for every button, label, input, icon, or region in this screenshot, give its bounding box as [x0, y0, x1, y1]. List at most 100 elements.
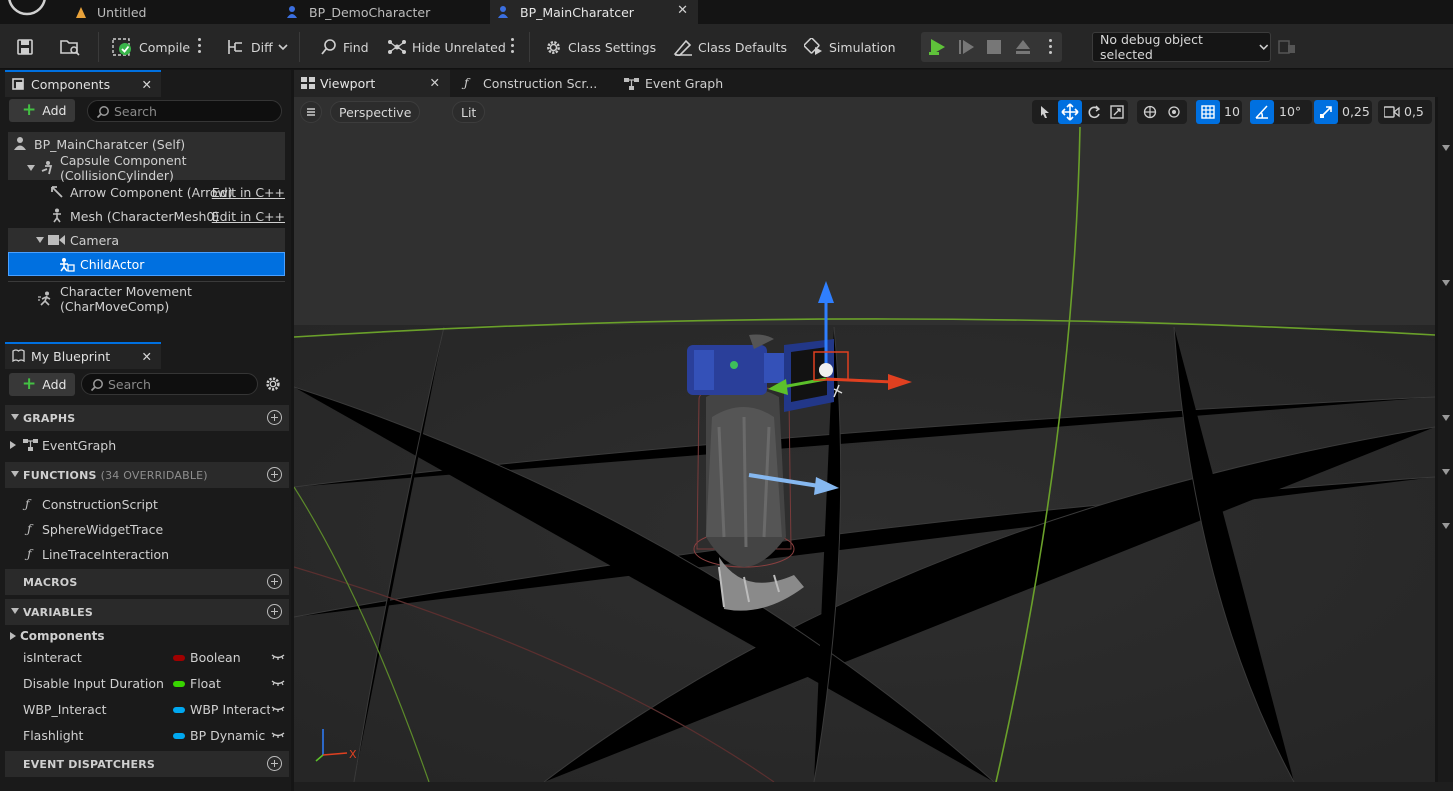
hide-unrelated-button[interactable]: Hide Unrelated: [387, 36, 506, 58]
component-character-movement[interactable]: Character Movement (CharMoveComp): [8, 284, 285, 314]
collapse-triangle-icon[interactable]: [36, 237, 44, 243]
close-panel-icon[interactable]: ✕: [142, 77, 152, 92]
viewport-menu-button[interactable]: [300, 101, 322, 123]
camera-speed-value[interactable]: 0,5: [1404, 104, 1424, 119]
rotate-tool-icon[interactable]: [1087, 105, 1101, 119]
grid-snap-group[interactable]: 10: [1196, 100, 1242, 124]
camera-icon: [48, 234, 65, 246]
scale-snap-group[interactable]: 0,25: [1314, 100, 1372, 124]
doc-tab-bp-democharacter[interactable]: BP_DemoCharacter: [285, 0, 490, 24]
component-mesh[interactable]: Mesh (CharacterMesh0) Edit in C++: [8, 204, 285, 228]
expand-triangle-icon[interactable]: [10, 441, 16, 449]
add-component-button[interactable]: + Add: [9, 99, 75, 122]
components-search-input[interactable]: Search: [87, 100, 282, 122]
collapse-triangle-icon[interactable]: [1442, 469, 1450, 475]
add-event-dispatcher-icon[interactable]: [267, 756, 282, 771]
add-graph-icon[interactable]: [267, 410, 282, 425]
settings-gear-icon[interactable]: [264, 375, 282, 393]
scale-snap-value[interactable]: 0,25: [1342, 104, 1370, 119]
tab-viewport[interactable]: Viewport ✕: [294, 70, 450, 97]
component-camera[interactable]: Camera: [8, 228, 285, 252]
visibility-eye-icon[interactable]: [271, 705, 285, 713]
add-blueprint-member-button[interactable]: + Add: [9, 373, 75, 396]
class-settings-button[interactable]: Class Settings: [544, 36, 656, 58]
component-capsule[interactable]: Capsule Component (CollisionCylinder): [8, 153, 285, 183]
simulation-button[interactable]: Simulation: [804, 36, 896, 58]
edit-in-cpp-link[interactable]: Edit in C++: [212, 185, 285, 200]
macros-section-header[interactable]: MACROS: [5, 569, 289, 595]
tab-construction-script[interactable]: ƒ Construction Scr...: [454, 70, 614, 97]
variable-row[interactable]: Flashlight BP Dynamic: [5, 723, 289, 749]
variable-row[interactable]: WBP_Interact WBP Interact: [5, 697, 289, 723]
component-arrow[interactable]: Arrow Component (Arrow) Edit in C++: [8, 180, 285, 204]
collapse-triangle-icon[interactable]: [27, 165, 35, 171]
find-button[interactable]: Find: [320, 36, 369, 58]
rotation-snap-group[interactable]: 10°: [1250, 100, 1312, 124]
edit-in-cpp-link[interactable]: Edit in C++: [212, 209, 285, 224]
class-defaults-button[interactable]: Class Defaults: [673, 36, 787, 58]
variable-row[interactable]: isInteract Boolean: [5, 645, 289, 671]
function-item[interactable]: ƒ ConstructionScript: [5, 492, 289, 516]
camera-speed-group[interactable]: 0,5: [1378, 100, 1432, 124]
hide-unrelated-options-icon[interactable]: [511, 38, 515, 56]
unreal-logo-icon[interactable]: [6, 0, 48, 16]
close-tab-icon[interactable]: ✕: [430, 75, 440, 90]
graphs-section-header[interactable]: GRAPHS: [5, 405, 289, 431]
grid-snap-icon[interactable]: [1196, 100, 1220, 124]
component-childactor[interactable]: ChildActor: [8, 252, 285, 276]
close-panel-icon[interactable]: ✕: [142, 349, 152, 364]
play-options-icon[interactable]: [1049, 39, 1053, 57]
diff-button[interactable]: Diff: [226, 36, 294, 58]
add-variable-icon[interactable]: [267, 604, 282, 619]
perspective-button[interactable]: Perspective: [330, 101, 421, 123]
visibility-eye-icon[interactable]: [271, 679, 285, 687]
viewport-scene[interactable]: X: [294, 97, 1435, 782]
my-blueprint-tab[interactable]: My Blueprint ✕: [5, 342, 161, 369]
rotation-snap-icon[interactable]: [1250, 100, 1274, 124]
save-button[interactable]: [16, 36, 39, 58]
functions-section-header[interactable]: FUNCTIONS (34 OVERRIDABLE): [5, 462, 289, 488]
stop-icon[interactable]: [987, 40, 1001, 54]
visibility-eye-icon[interactable]: [271, 653, 285, 661]
step-icon[interactable]: [958, 39, 976, 55]
doc-tab-bp-maincharatcer[interactable]: BP_MainCharatcer ✕: [490, 0, 698, 24]
variables-section-header[interactable]: VARIABLES: [5, 599, 289, 625]
scale-snap-icon[interactable]: [1314, 100, 1338, 124]
translate-tool-icon[interactable]: [1058, 100, 1082, 124]
grid-snap-value[interactable]: 10: [1224, 104, 1240, 119]
select-tool-icon[interactable]: [1038, 105, 1052, 119]
play-icon[interactable]: [928, 38, 948, 56]
graph-item-eventgraph[interactable]: EventGraph: [5, 433, 289, 457]
my-blueprint-search-input[interactable]: Search: [81, 373, 258, 395]
debug-filter-icon[interactable]: [1278, 39, 1296, 55]
world-space-icon[interactable]: [1143, 105, 1157, 119]
compile-options-icon[interactable]: [198, 38, 202, 56]
event-graph-icon: [23, 438, 38, 452]
add-macro-icon[interactable]: [267, 574, 282, 589]
surface-snap-icon[interactable]: [1167, 105, 1181, 119]
collapse-triangle-icon[interactable]: [1442, 415, 1450, 421]
lit-button[interactable]: Lit: [452, 101, 486, 123]
viewport-canvas[interactable]: X Perspective Lit 10 10° 0,25 0,5: [294, 97, 1435, 782]
collapse-triangle-icon[interactable]: [1442, 145, 1450, 151]
collapse-triangle-icon[interactable]: [1442, 280, 1450, 286]
components-tab[interactable]: Components ✕: [5, 70, 161, 97]
close-tab-icon[interactable]: ✕: [677, 3, 688, 18]
function-item[interactable]: ƒ LineTraceInteraction: [5, 542, 289, 566]
variable-row[interactable]: Disable Input Duration Float: [5, 671, 289, 697]
expand-triangle-icon[interactable]: [10, 632, 16, 640]
scale-tool-icon[interactable]: [1110, 105, 1124, 119]
tab-event-graph[interactable]: Event Graph: [619, 70, 779, 97]
compile-button[interactable]: Compile: [112, 36, 190, 58]
function-item[interactable]: ƒ SphereWidgetTrace: [5, 517, 289, 541]
debug-object-select[interactable]: No debug object selected: [1092, 32, 1271, 62]
event-dispatchers-section-header[interactable]: EVENT DISPATCHERS: [5, 751, 289, 777]
camera-speed-icon[interactable]: [1384, 106, 1400, 118]
visibility-eye-icon[interactable]: [271, 731, 285, 739]
add-function-icon[interactable]: [267, 467, 282, 482]
browse-button[interactable]: [59, 36, 86, 58]
eject-icon[interactable]: [1015, 39, 1031, 55]
rotation-snap-value[interactable]: 10°: [1279, 104, 1301, 119]
doc-tab-untitled[interactable]: Untitled: [75, 0, 280, 24]
collapse-triangle-icon[interactable]: [1442, 523, 1450, 529]
